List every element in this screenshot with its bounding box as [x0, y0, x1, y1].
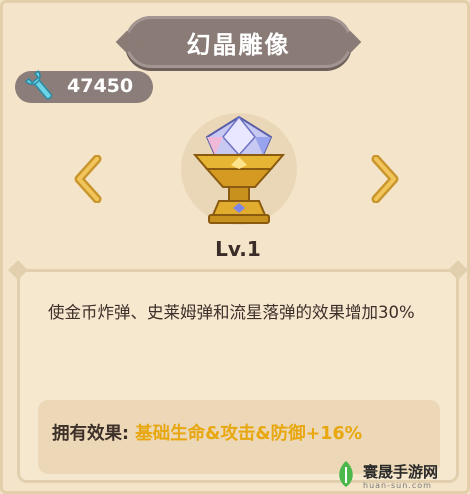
effect-label: 拥有效果:	[52, 424, 129, 444]
watermark-logo-icon	[339, 461, 353, 487]
statue-level: Lv.1	[215, 237, 261, 261]
wrench-icon	[24, 70, 53, 100]
effect-line: 拥有效果: 基础生命&攻击&防御+16%	[52, 420, 362, 445]
title-banner: 幻晶雕像	[125, 16, 352, 68]
page-title: 幻晶雕像	[186, 30, 291, 59]
watermark-url: huan-sun.com	[363, 481, 432, 490]
chevron-right-icon[interactable]	[368, 155, 402, 203]
chevron-left-icon[interactable]	[71, 155, 105, 203]
description-box: 使金币炸弹、史莱姆弹和流星落弹的效果增加30% 拥有效果: 基础生命&攻击&防御…	[17, 269, 459, 483]
effect-value: 基础生命&攻击&防御+16%	[135, 424, 363, 444]
crystal-statue-icon	[181, 113, 297, 225]
description-text: 使金币炸弹、史莱姆弹和流星落弹的效果增加30%	[48, 303, 415, 322]
statue-panel: 幻晶雕像 47450 Lv.1 使金币炸弹、史莱姆弹和流星落弹的效果增加30% …	[0, 0, 470, 494]
watermark-name: 寰晟手游网	[363, 463, 439, 481]
currency-value: 47450	[67, 75, 134, 97]
watermark: 寰晟手游网 huan-sun.com	[333, 455, 470, 494]
currency-display: 47450	[15, 70, 153, 103]
